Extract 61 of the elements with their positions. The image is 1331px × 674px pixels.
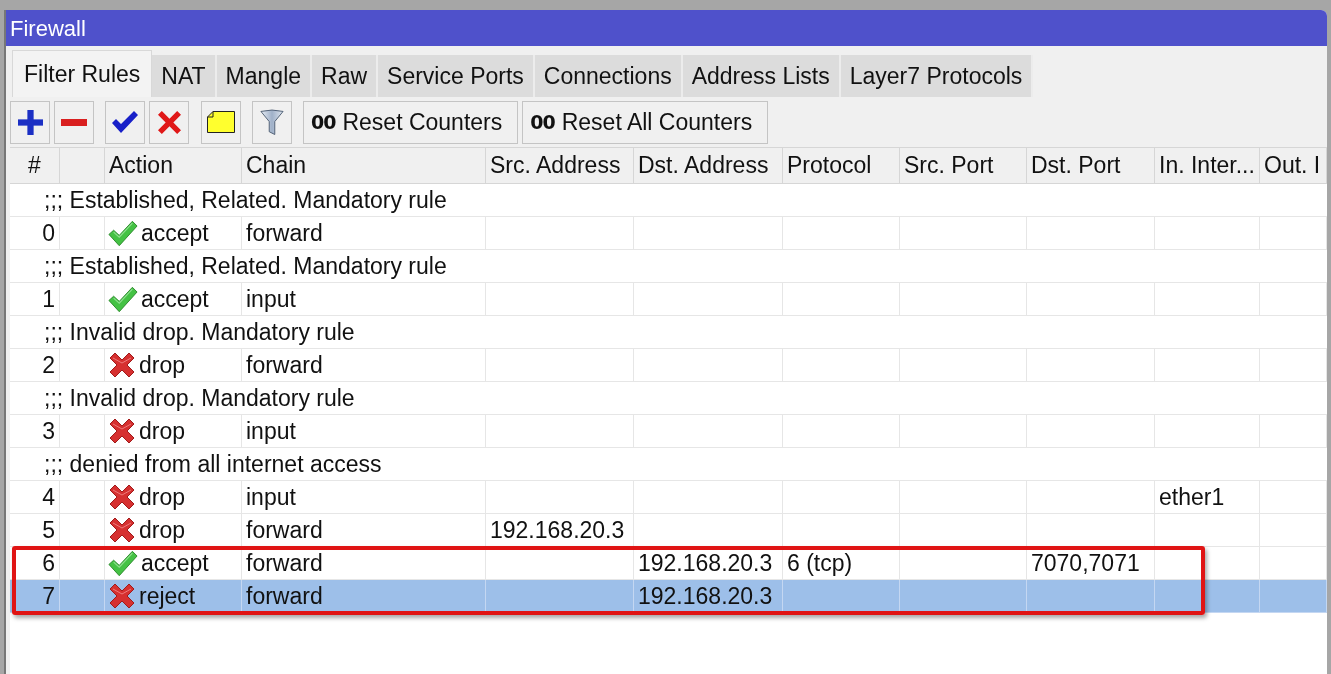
table-cell-text: reject (139, 581, 196, 611)
table-cell: 192.168.20.3 (486, 514, 634, 547)
column-header[interactable]: In. Inter... (1155, 148, 1260, 184)
table-row[interactable]: 3 drop input (10, 415, 1327, 448)
counter-digits: 00 (530, 109, 555, 135)
table-cell: 5 (10, 514, 60, 547)
table-cell: forward (242, 580, 486, 613)
column-header[interactable]: Dst. Address (634, 148, 783, 184)
disable-button[interactable] (149, 100, 189, 144)
table-row[interactable]: 0 accept forward (10, 217, 1327, 250)
table-row[interactable]: 4 drop input ether1 (10, 481, 1327, 514)
table-cell: 7 (10, 580, 60, 613)
tab[interactable]: Mangle (216, 55, 313, 97)
tab[interactable]: Filter Rules (12, 50, 153, 97)
tab[interactable]: NAT (152, 55, 217, 97)
column-header[interactable]: Src. Address (486, 148, 634, 184)
tab[interactable]: Layer7 Protocols (840, 55, 1034, 97)
column-header[interactable]: # (10, 148, 60, 184)
reset-counters-button[interactable]: 00 Reset Counters (303, 100, 519, 144)
comment-text: ;;; Established, Related. Mandatory rule (44, 185, 447, 215)
cross-icon (157, 110, 181, 134)
tab[interactable]: Service Ports (378, 55, 535, 97)
table-cell-text: drop (139, 350, 186, 380)
table-cell-text: drop (139, 416, 186, 446)
minus-icon (61, 118, 87, 126)
table-cell-text: drop (139, 515, 186, 545)
tab[interactable]: Connections (534, 55, 683, 97)
note-icon (207, 111, 235, 133)
remove-button[interactable] (54, 100, 94, 144)
table-cell-text: accept (141, 218, 209, 248)
table-cell-text: accept (141, 284, 209, 314)
column-header[interactable]: Src. Port (900, 148, 1027, 184)
counter-digits: 00 (311, 109, 336, 135)
tab[interactable]: Address Lists (682, 55, 841, 97)
reset-counters-button[interactable]: 00 Reset All Counters (522, 100, 769, 144)
add-button[interactable] (10, 100, 50, 144)
table-cell-text: drop (139, 482, 186, 512)
column-header[interactable]: Out. I (1260, 148, 1327, 184)
comment-text: ;;; Invalid drop. Mandatory rule (44, 317, 355, 347)
tab[interactable]: Raw (312, 55, 379, 97)
column-header[interactable]: Dst. Port (1027, 148, 1155, 184)
comment-text: ;;; Invalid drop. Mandatory rule (44, 383, 355, 413)
table-row[interactable]: 5 drop forward 192.168.20.3 (10, 514, 1327, 547)
plus-icon (17, 109, 43, 135)
table-cell: 192.168.20.3 (634, 580, 783, 613)
column-header[interactable]: Action (105, 148, 242, 184)
table-cell: forward (242, 514, 486, 547)
comment-text: ;;; denied from all internet access (44, 449, 382, 479)
filter-button[interactable] (252, 100, 292, 144)
table-cell-text: accept (141, 548, 209, 578)
column-header[interactable]: Protocol (783, 148, 900, 184)
enable-button[interactable] (105, 100, 145, 144)
table-row[interactable]: 2 drop forward (10, 349, 1327, 382)
filter-icon (260, 108, 284, 136)
comment-button[interactable] (201, 100, 241, 144)
window-title: Firewall (10, 14, 86, 43)
checkmark-icon (112, 111, 138, 133)
table-row[interactable]: 1 accept input (10, 283, 1327, 316)
column-header[interactable]: Chain (242, 148, 486, 184)
table-row[interactable]: 7 reject forward 192.168.20.3 (10, 580, 1327, 613)
comment-text: ;;; Established, Related. Mandatory rule (44, 251, 447, 281)
